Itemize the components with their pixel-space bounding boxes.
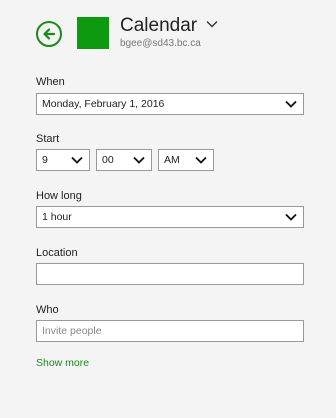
back-button[interactable] xyxy=(36,21,62,47)
chevron-down-icon xyxy=(133,156,145,164)
chevron-down-icon xyxy=(206,21,218,28)
invite-people-placeholder: Invite people xyxy=(42,325,102,337)
duration-value: 1 hour xyxy=(42,211,72,223)
start-hour-select[interactable]: 9 xyxy=(36,149,90,171)
calendar-name: Calendar xyxy=(120,15,198,36)
when-date-value: Monday, February 1, 2016 xyxy=(42,98,165,110)
start-ampm-select[interactable]: AM xyxy=(158,149,214,171)
start-minute-select[interactable]: 00 xyxy=(96,149,152,171)
chevron-down-icon xyxy=(285,100,297,108)
event-header: Calendar bgee@sd43.bc.ca xyxy=(36,14,316,50)
chevron-down-icon xyxy=(71,156,83,164)
when-date-picker[interactable]: Monday, February 1, 2016 xyxy=(36,93,304,115)
start-hour-value: 9 xyxy=(42,154,48,166)
who-label: Who xyxy=(36,304,59,316)
start-label: Start xyxy=(36,133,60,145)
location-input[interactable] xyxy=(36,263,304,285)
back-arrow-icon xyxy=(43,28,56,40)
start-ampm-value: AM xyxy=(164,154,180,166)
how-long-label: How long xyxy=(36,190,82,202)
invite-people-input[interactable]: Invite people xyxy=(36,320,304,342)
chevron-down-icon xyxy=(195,156,207,164)
account-email: bgee@sd43.bc.ca xyxy=(120,38,201,49)
calendar-color-swatch xyxy=(77,17,109,49)
calendar-selector[interactable]: Calendar xyxy=(120,14,218,38)
start-minute-value: 00 xyxy=(102,154,114,166)
show-more-link[interactable]: Show more xyxy=(36,357,89,369)
duration-select[interactable]: 1 hour xyxy=(36,206,304,228)
when-label: When xyxy=(36,76,65,88)
location-label: Location xyxy=(36,247,78,259)
chevron-down-icon xyxy=(285,213,297,221)
